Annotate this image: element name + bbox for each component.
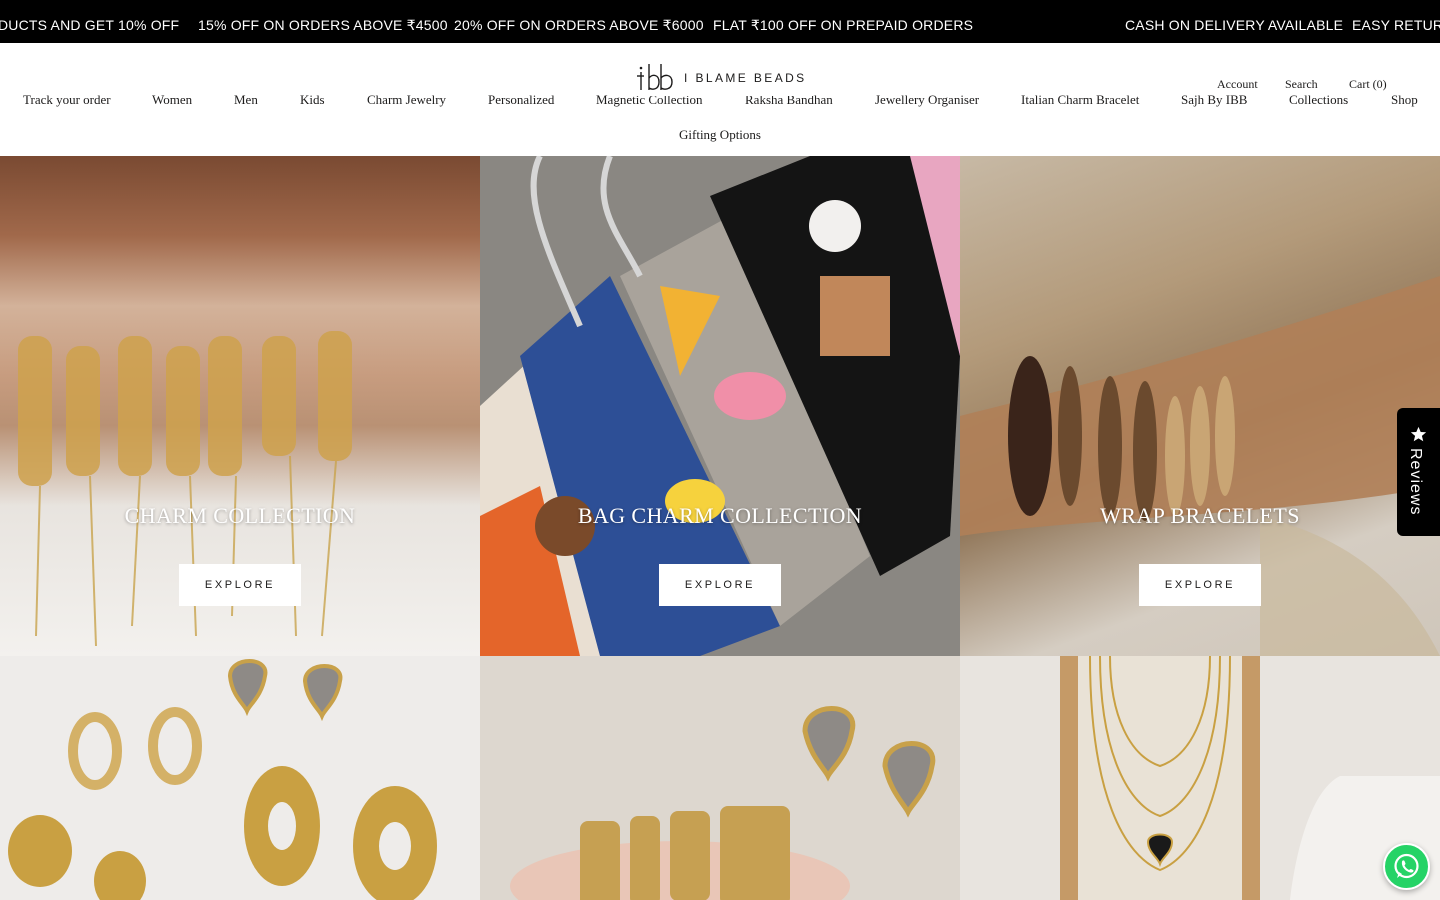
collection-title: CHARM COLLECTION xyxy=(124,503,356,528)
nav-shop[interactable]: Shop xyxy=(1391,92,1418,108)
nav-kids[interactable]: Kids xyxy=(300,92,325,108)
whatsapp-button[interactable] xyxy=(1383,843,1430,890)
explore-button[interactable]: EXPLORE xyxy=(179,564,301,606)
site-header: Track your order Women Men Kids Charm Je… xyxy=(0,43,1440,156)
reviews-label: Reviews xyxy=(1407,448,1424,516)
reviews-tab[interactable]: Reviews xyxy=(1397,408,1440,536)
collection-tile-necklaces[interactable] xyxy=(960,656,1440,900)
star-icon xyxy=(1410,426,1427,442)
announcement-item: 15% OFF ON ORDERS ABOVE ₹4500 xyxy=(198,17,448,33)
nav-charm-jewelry[interactable]: Charm Jewelry xyxy=(367,92,446,108)
site-logo[interactable]: I BLAME BEADS xyxy=(636,60,813,96)
logo-text: I BLAME BEADS xyxy=(684,71,807,85)
nav-men[interactable]: Men xyxy=(234,92,258,108)
nav-women[interactable]: Women xyxy=(152,92,192,108)
collection-tile-bag-charm[interactable]: BAG CHARM COLLECTION EXPLORE xyxy=(480,156,960,656)
nav-gifting-options[interactable]: Gifting Options xyxy=(679,127,761,143)
tile-photo-necklaces xyxy=(1060,656,1440,900)
announcement-item: EASY RETURN xyxy=(1352,17,1440,33)
nav-personalized[interactable]: Personalized xyxy=(488,92,554,108)
announcement-bar: DUCTS AND GET 10% OFF 15% OFF ON ORDERS … xyxy=(0,0,1440,43)
announcement-item: CASH ON DELIVERY AVAILABLE xyxy=(1125,17,1344,33)
collection-title: BAG CHARM COLLECTION xyxy=(577,503,863,528)
nav-italian-charm-bracelet[interactable]: Italian Charm Bracelet xyxy=(1021,92,1139,108)
collection-title: WRAP BRACELETS xyxy=(1100,503,1300,528)
explore-button[interactable]: EXPLORE xyxy=(1139,564,1261,606)
nav-sajh-by-ibb[interactable]: Sajh By IBB xyxy=(1181,92,1247,108)
collection-tile-bangles[interactable] xyxy=(480,656,960,900)
collection-tile-charm[interactable]: CHARM COLLECTION EXPLORE xyxy=(0,156,480,656)
search-link[interactable]: Search xyxy=(1285,76,1318,92)
explore-button[interactable]: EXPLORE xyxy=(659,564,781,606)
ibb-logo-mark xyxy=(637,64,673,90)
cart-link[interactable]: Cart (0) xyxy=(1349,76,1387,92)
whatsapp-icon xyxy=(1394,853,1419,879)
nav-track-order[interactable]: Track your order xyxy=(23,92,111,108)
account-link[interactable]: Account xyxy=(1217,76,1258,92)
collection-tile-earrings[interactable] xyxy=(0,656,480,900)
announcement-item: DUCTS AND GET 10% OFF xyxy=(0,17,180,33)
collection-tile-wrap-bracelets[interactable]: WRAP BRACELETS EXPLORE xyxy=(960,156,1440,656)
announcement-item: FLAT ₹100 OFF ON PREPAID ORDERS xyxy=(713,17,974,33)
announcement-item: 20% OFF ON ORDERS ABOVE ₹6000 xyxy=(454,17,704,33)
tile-photo-bangles xyxy=(510,706,936,900)
nav-collections[interactable]: Collections xyxy=(1289,92,1348,108)
nav-jewellery-organiser[interactable]: Jewellery Organiser xyxy=(875,92,979,108)
tile-photo-earrings xyxy=(8,659,437,900)
